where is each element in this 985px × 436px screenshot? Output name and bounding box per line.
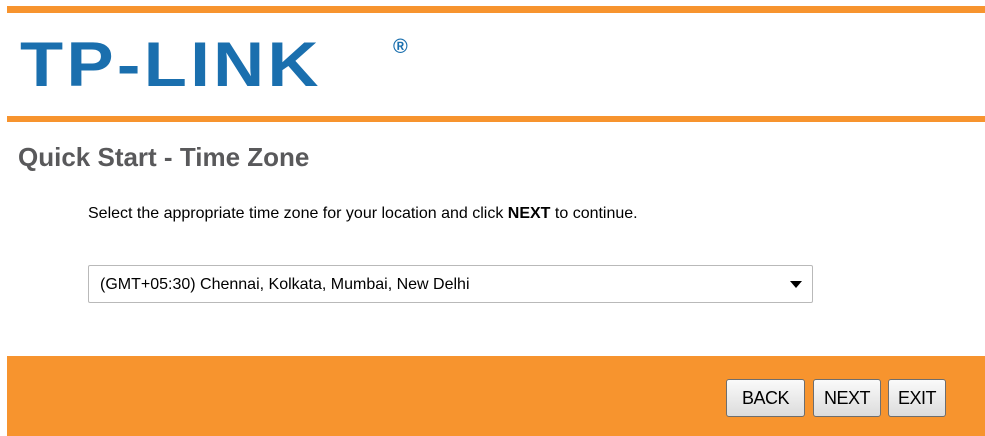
- instruction-suffix: to continue.: [550, 205, 638, 222]
- logo-text: TP-LINK: [20, 30, 322, 100]
- time-zone-selected-value: (GMT+05:30) Chennai, Kolkata, Mumbai, Ne…: [100, 276, 470, 293]
- header-divider: [7, 116, 985, 122]
- top-accent-bar: [7, 6, 985, 13]
- page-title: Quick Start - Time Zone: [18, 142, 310, 172]
- dropdown-arrow-icon[interactable]: [790, 281, 802, 288]
- back-button[interactable]: BACK: [726, 379, 805, 417]
- tp-link-logo: TP-LINK ®: [20, 34, 408, 97]
- next-button[interactable]: NEXT: [813, 379, 881, 417]
- exit-button[interactable]: EXIT: [888, 379, 946, 417]
- registered-trademark-icon: ®: [393, 36, 408, 58]
- instruction-next-emphasis: NEXT: [507, 205, 551, 222]
- instruction-prefix: Select the appropriate time zone for you…: [88, 205, 508, 222]
- instruction-text: Select the appropriate time zone for you…: [88, 205, 638, 223]
- time-zone-select[interactable]: (GMT+05:30) Chennai, Kolkata, Mumbai, Ne…: [88, 265, 813, 303]
